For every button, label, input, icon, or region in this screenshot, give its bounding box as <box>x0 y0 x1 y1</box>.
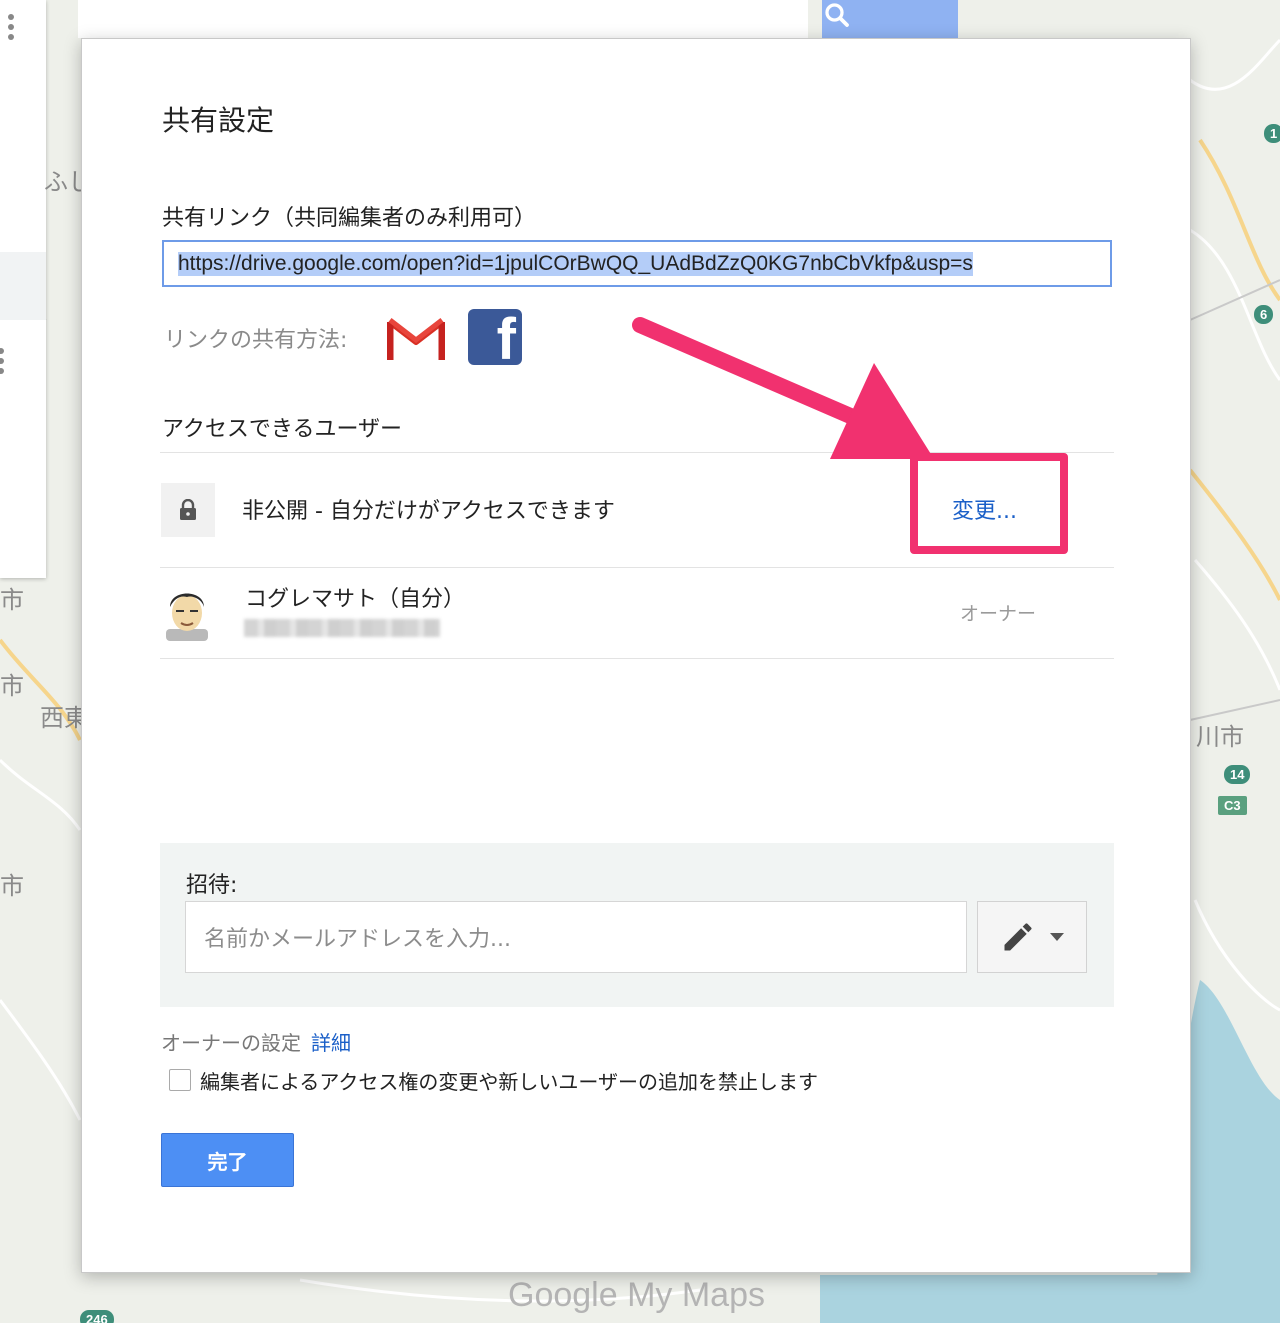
invite-panel: 招待: 名前かメールアドレスを入力... <box>160 843 1114 1007</box>
road-number-badge: C3 <box>1218 796 1247 815</box>
divider <box>160 567 1114 568</box>
invite-input[interactable]: 名前かメールアドレスを入力... <box>185 901 967 973</box>
access-heading: アクセスできるユーザー <box>162 417 403 442</box>
owner-role: オーナー <box>960 603 1037 625</box>
map-place-label: 市 <box>0 586 24 614</box>
lock-icon-box <box>161 483 215 537</box>
share-settings-dialog: 共有設定 共有リンク（共同編集者のみ利用可） https://drive.goo… <box>81 38 1191 1273</box>
avatar <box>166 593 208 641</box>
owner-email-redacted <box>244 619 440 637</box>
road-number-badge: 14 <box>1224 765 1251 784</box>
share-method-label: リンクの共有方法: <box>164 328 348 353</box>
owner-settings: オーナーの設定 詳細 <box>161 1027 351 1056</box>
map-place-label: 市 <box>0 872 24 900</box>
pencil-icon <box>1004 923 1032 951</box>
owner-settings-label: オーナーの設定 <box>161 1031 301 1055</box>
dialog-title: 共有設定 <box>162 104 275 137</box>
restrict-editors-label: 編集者によるアクセス権の変更や新しいユーザーの追加を禁止します <box>200 1070 818 1094</box>
done-button[interactable]: 完了 <box>161 1133 294 1187</box>
lock-icon <box>180 499 196 520</box>
details-link[interactable]: 詳細 <box>311 1031 351 1055</box>
map-place-label: 市 <box>0 672 24 700</box>
drag-handle-icon[interactable] <box>0 348 4 378</box>
map-place-label: 川市 <box>1196 723 1244 751</box>
left-panel-selected-row <box>0 252 46 320</box>
map-search-button[interactable] <box>822 0 958 38</box>
road-number-badge: 246 <box>80 1310 114 1323</box>
share-link-field[interactable]: https://drive.google.com/open?id=1jpulCO… <box>162 240 1112 287</box>
invite-label: 招待: <box>186 873 238 898</box>
permission-dropdown-button[interactable] <box>977 901 1087 973</box>
owner-name: コグレマサト（自分） <box>245 587 466 612</box>
more-options-icon[interactable] <box>8 14 14 44</box>
facebook-icon[interactable]: f <box>468 309 522 365</box>
share-link-label: 共有リンク（共同編集者のみ利用可） <box>162 206 537 231</box>
visibility-status: 非公開 - 自分だけがアクセスできます <box>242 499 615 524</box>
annotation-arrow <box>632 317 934 459</box>
share-link-url: https://drive.google.com/open?id=1jpulCO… <box>178 251 973 276</box>
divider <box>160 658 1114 659</box>
map-search-box[interactable] <box>78 0 808 38</box>
google-my-maps-logo: Google My Maps <box>508 1276 765 1314</box>
road-number-badge: 1 <box>1264 124 1280 143</box>
restrict-editors-checkbox[interactable] <box>169 1069 191 1091</box>
search-icon <box>825 3 849 27</box>
road-number-badge: 6 <box>1254 305 1274 324</box>
dropdown-arrow-icon <box>1050 933 1064 941</box>
gmail-icon[interactable] <box>387 314 445 364</box>
left-panel <box>0 0 46 578</box>
invite-placeholder: 名前かメールアドレスを入力... <box>204 927 511 952</box>
